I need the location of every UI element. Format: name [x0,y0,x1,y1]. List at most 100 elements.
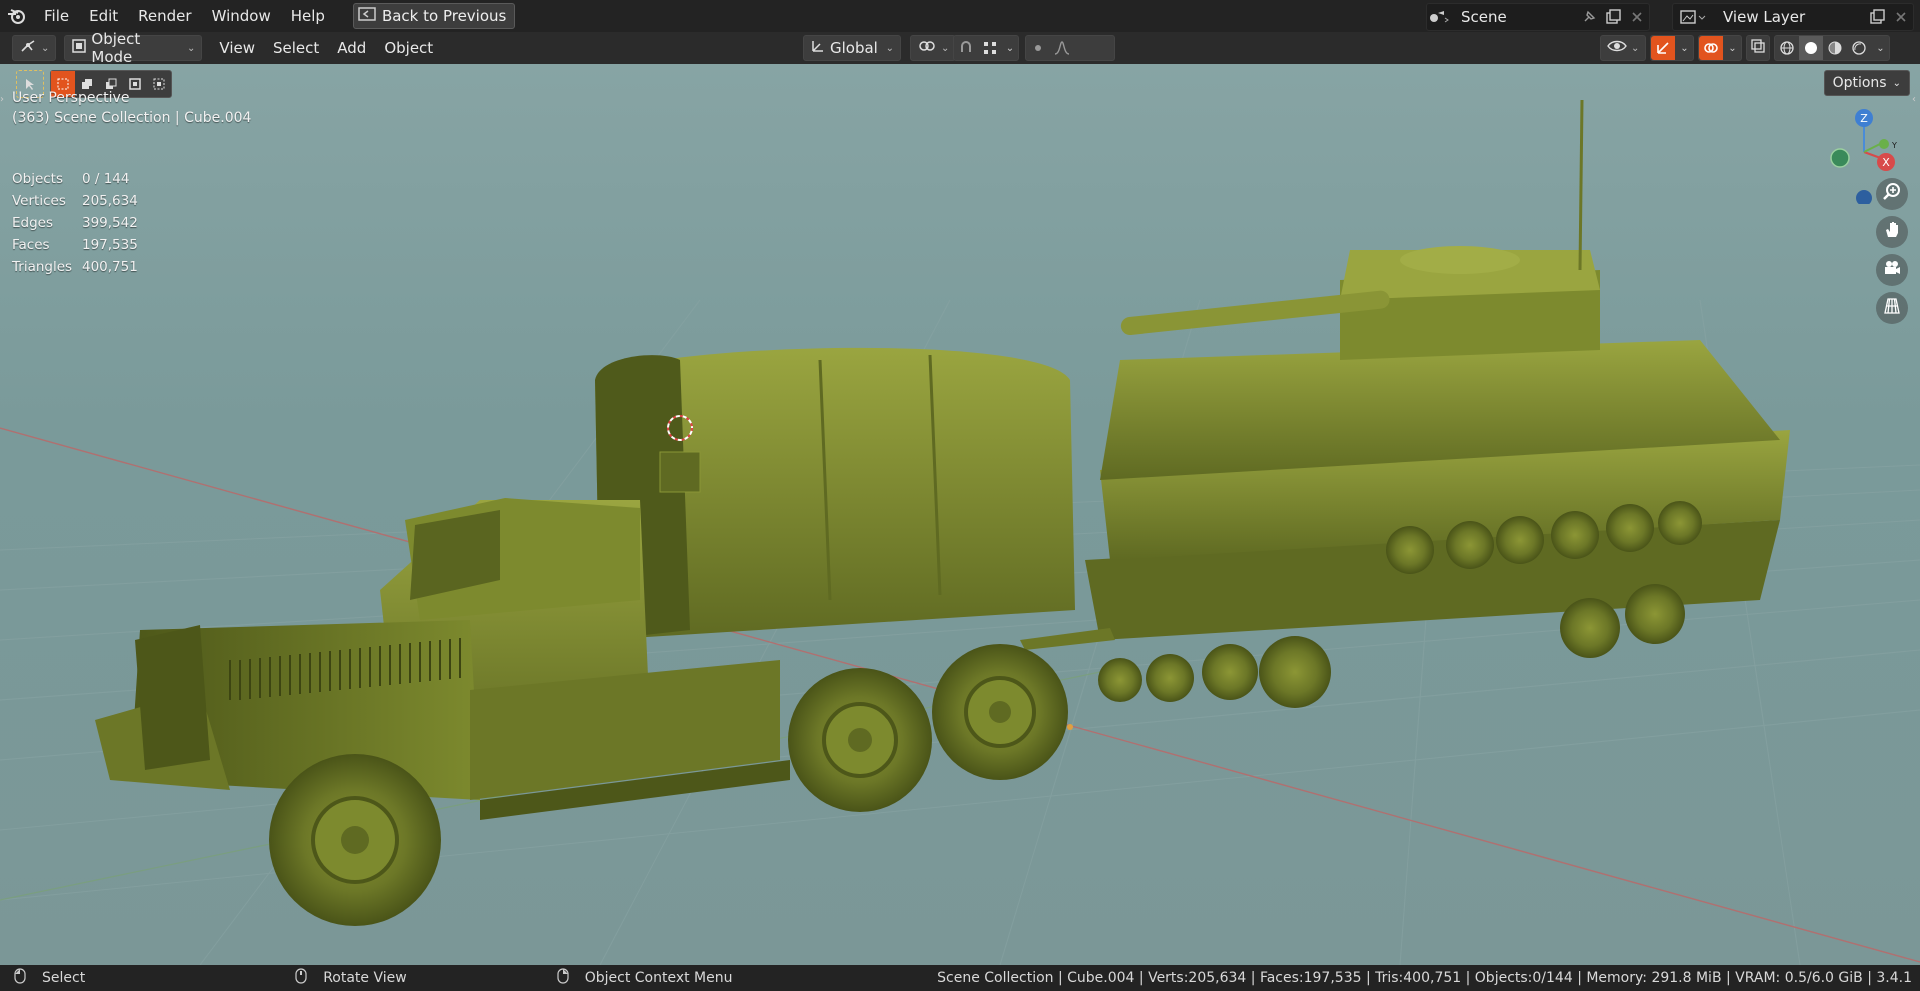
eye-icon [1607,39,1627,57]
menu-render[interactable]: Render [128,0,201,32]
close-scene-icon[interactable] [1625,5,1649,29]
tank-model[interactable] [1020,99,1790,708]
close-view-layer-icon[interactable] [1889,5,1913,29]
gizmo-toggle-group: ⌄ [1650,35,1695,61]
editor-type-icon [19,38,37,58]
stat-row: Vertices 205,634 [12,190,138,212]
zoom-button[interactable] [1876,178,1908,210]
stat-label: Faces [12,237,50,253]
status-scene-info: Scene Collection | Cube.004 | Verts:205,… [937,970,1912,986]
toolbar-collapse-left-icon[interactable]: › [0,94,6,108]
truck-model[interactable] [95,347,1075,926]
mode-selector[interactable]: Object Mode ⌄ [64,30,203,66]
proportional-editing-group [1025,35,1115,61]
right-header-tools: ⌄ ⌄ ⌄ ⌄ [1600,35,1891,61]
falloff-spacer [1074,36,1114,60]
wireframe-shading-icon[interactable] [1775,36,1799,60]
pin-icon[interactable] [1577,5,1601,29]
mouse-middle-icon [295,968,307,988]
camera-view-button[interactable] [1876,254,1908,286]
gizmo-y-axis[interactable] [1879,139,1889,149]
scene-statistics: Objects 0 / 144 Vertices 205,634 Edges 399,… [12,168,138,278]
status-select-hint: Select [42,970,86,986]
editor-type-button[interactable]: ⌄ [12,35,57,61]
status-bar: Select Rotate View Object Context Menu S… [0,965,1920,991]
options-button[interactable]: Options ⌄ [1823,70,1910,96]
visibility-button[interactable]: ⌄ [1600,35,1647,61]
chevron-down-icon[interactable]: ⌄ [1871,36,1889,60]
snap-toggle-icon[interactable] [954,36,978,60]
3d-viewport[interactable]: Options ⌄ User Perspective (363) Scene C… [0,64,1920,965]
viewport-scene [0,99,1920,965]
proportional-edit-icon[interactable] [1026,36,1050,60]
stat-value: 399,542 [82,215,138,231]
blender-logo-icon[interactable] [0,0,34,32]
overlay-toggle-group: ⌄ [1698,35,1743,61]
perspective-toggle-button[interactable] [1876,292,1908,324]
pivot-point-button[interactable]: ⌄ [910,35,957,61]
menu-help[interactable]: Help [281,0,335,32]
scene-selector[interactable]: Scene [1426,3,1650,31]
snapping-group: ⌄ [953,35,1019,61]
stat-label: Objects [12,171,64,187]
menu-add[interactable]: Add [328,39,375,57]
new-view-layer-icon[interactable] [1865,5,1889,29]
back-icon [358,6,376,26]
xray-toggle[interactable] [1746,35,1771,61]
select-intersect-icon[interactable] [147,71,171,97]
scene-name[interactable]: Scene [1451,8,1577,26]
menu-select[interactable]: Select [264,39,328,57]
orientation-icon [810,38,826,58]
object-mode-icon [71,38,87,58]
xray-icon [1750,38,1766,58]
camera-icon [1882,258,1902,282]
stat-row: Objects 0 / 144 [12,168,138,190]
chevron-down-icon[interactable]: ⌄ [1002,36,1018,60]
hand-icon [1882,220,1902,244]
menu-window[interactable]: Window [202,0,281,32]
transform-orientation-selector[interactable]: Global ⌄ [803,35,901,61]
viewport-perspective-label: User Perspective [12,90,130,106]
chevron-down-icon[interactable]: ⌄ [1723,36,1741,60]
chevron-down-icon[interactable]: ⌄ [1675,36,1693,60]
sidebar-collapse-right-icon[interactable]: ‹ [1912,94,1920,108]
pivot-icon [917,38,937,58]
snap-target-icon[interactable] [978,36,1002,60]
chevron-down-icon: ⌄ [1892,77,1901,89]
status-context-hint: Object Context Menu [584,970,733,986]
pan-button[interactable] [1876,216,1908,248]
stat-value: 205,634 [82,193,138,209]
falloff-curve-icon[interactable] [1050,36,1074,60]
mode-label: Object Mode [91,30,141,66]
new-scene-icon[interactable] [1601,5,1625,29]
view-layer-selector[interactable]: View Layer [1672,3,1914,31]
scene-icon[interactable] [1427,5,1451,29]
view-layer-name[interactable]: View Layer [1713,8,1865,26]
stat-label: Triangles [12,259,73,275]
zoom-icon [1882,182,1902,206]
solid-shading-icon[interactable] [1799,36,1824,60]
gizmo-y-label: Y [1891,141,1897,150]
gizmo-neg-y-axis[interactable] [1830,148,1850,168]
material-shading-icon[interactable] [1823,36,1847,60]
menu-object[interactable]: Object [375,39,442,57]
gizmo-toggle-icon[interactable] [1651,36,1676,60]
stat-row: Faces 197,535 [12,234,138,256]
stat-value: 0 / 144 [82,171,130,187]
menu-edit[interactable]: Edit [79,0,128,32]
stat-label: Vertices [12,193,66,209]
overlays-icon[interactable] [1699,36,1724,60]
view-layer-icon[interactable] [1673,5,1713,29]
back-to-previous-button[interactable]: Back to Previous [352,3,516,29]
chevron-down-icon: ⌄ [41,42,50,54]
viewport-collection-label: (363) Scene Collection | Cube.004 [12,110,252,126]
mouse-right-icon [557,968,569,988]
rendered-shading-icon[interactable] [1847,36,1871,60]
orientation-label: Global [830,39,878,57]
grid-icon [1882,296,1902,320]
gizmo-z-label: Z [1860,112,1868,125]
menu-view[interactable]: View [210,39,264,57]
menu-file[interactable]: File [34,0,79,32]
stat-row: Edges 399,542 [12,212,138,234]
gizmo-neg-z-axis[interactable] [1856,190,1872,204]
